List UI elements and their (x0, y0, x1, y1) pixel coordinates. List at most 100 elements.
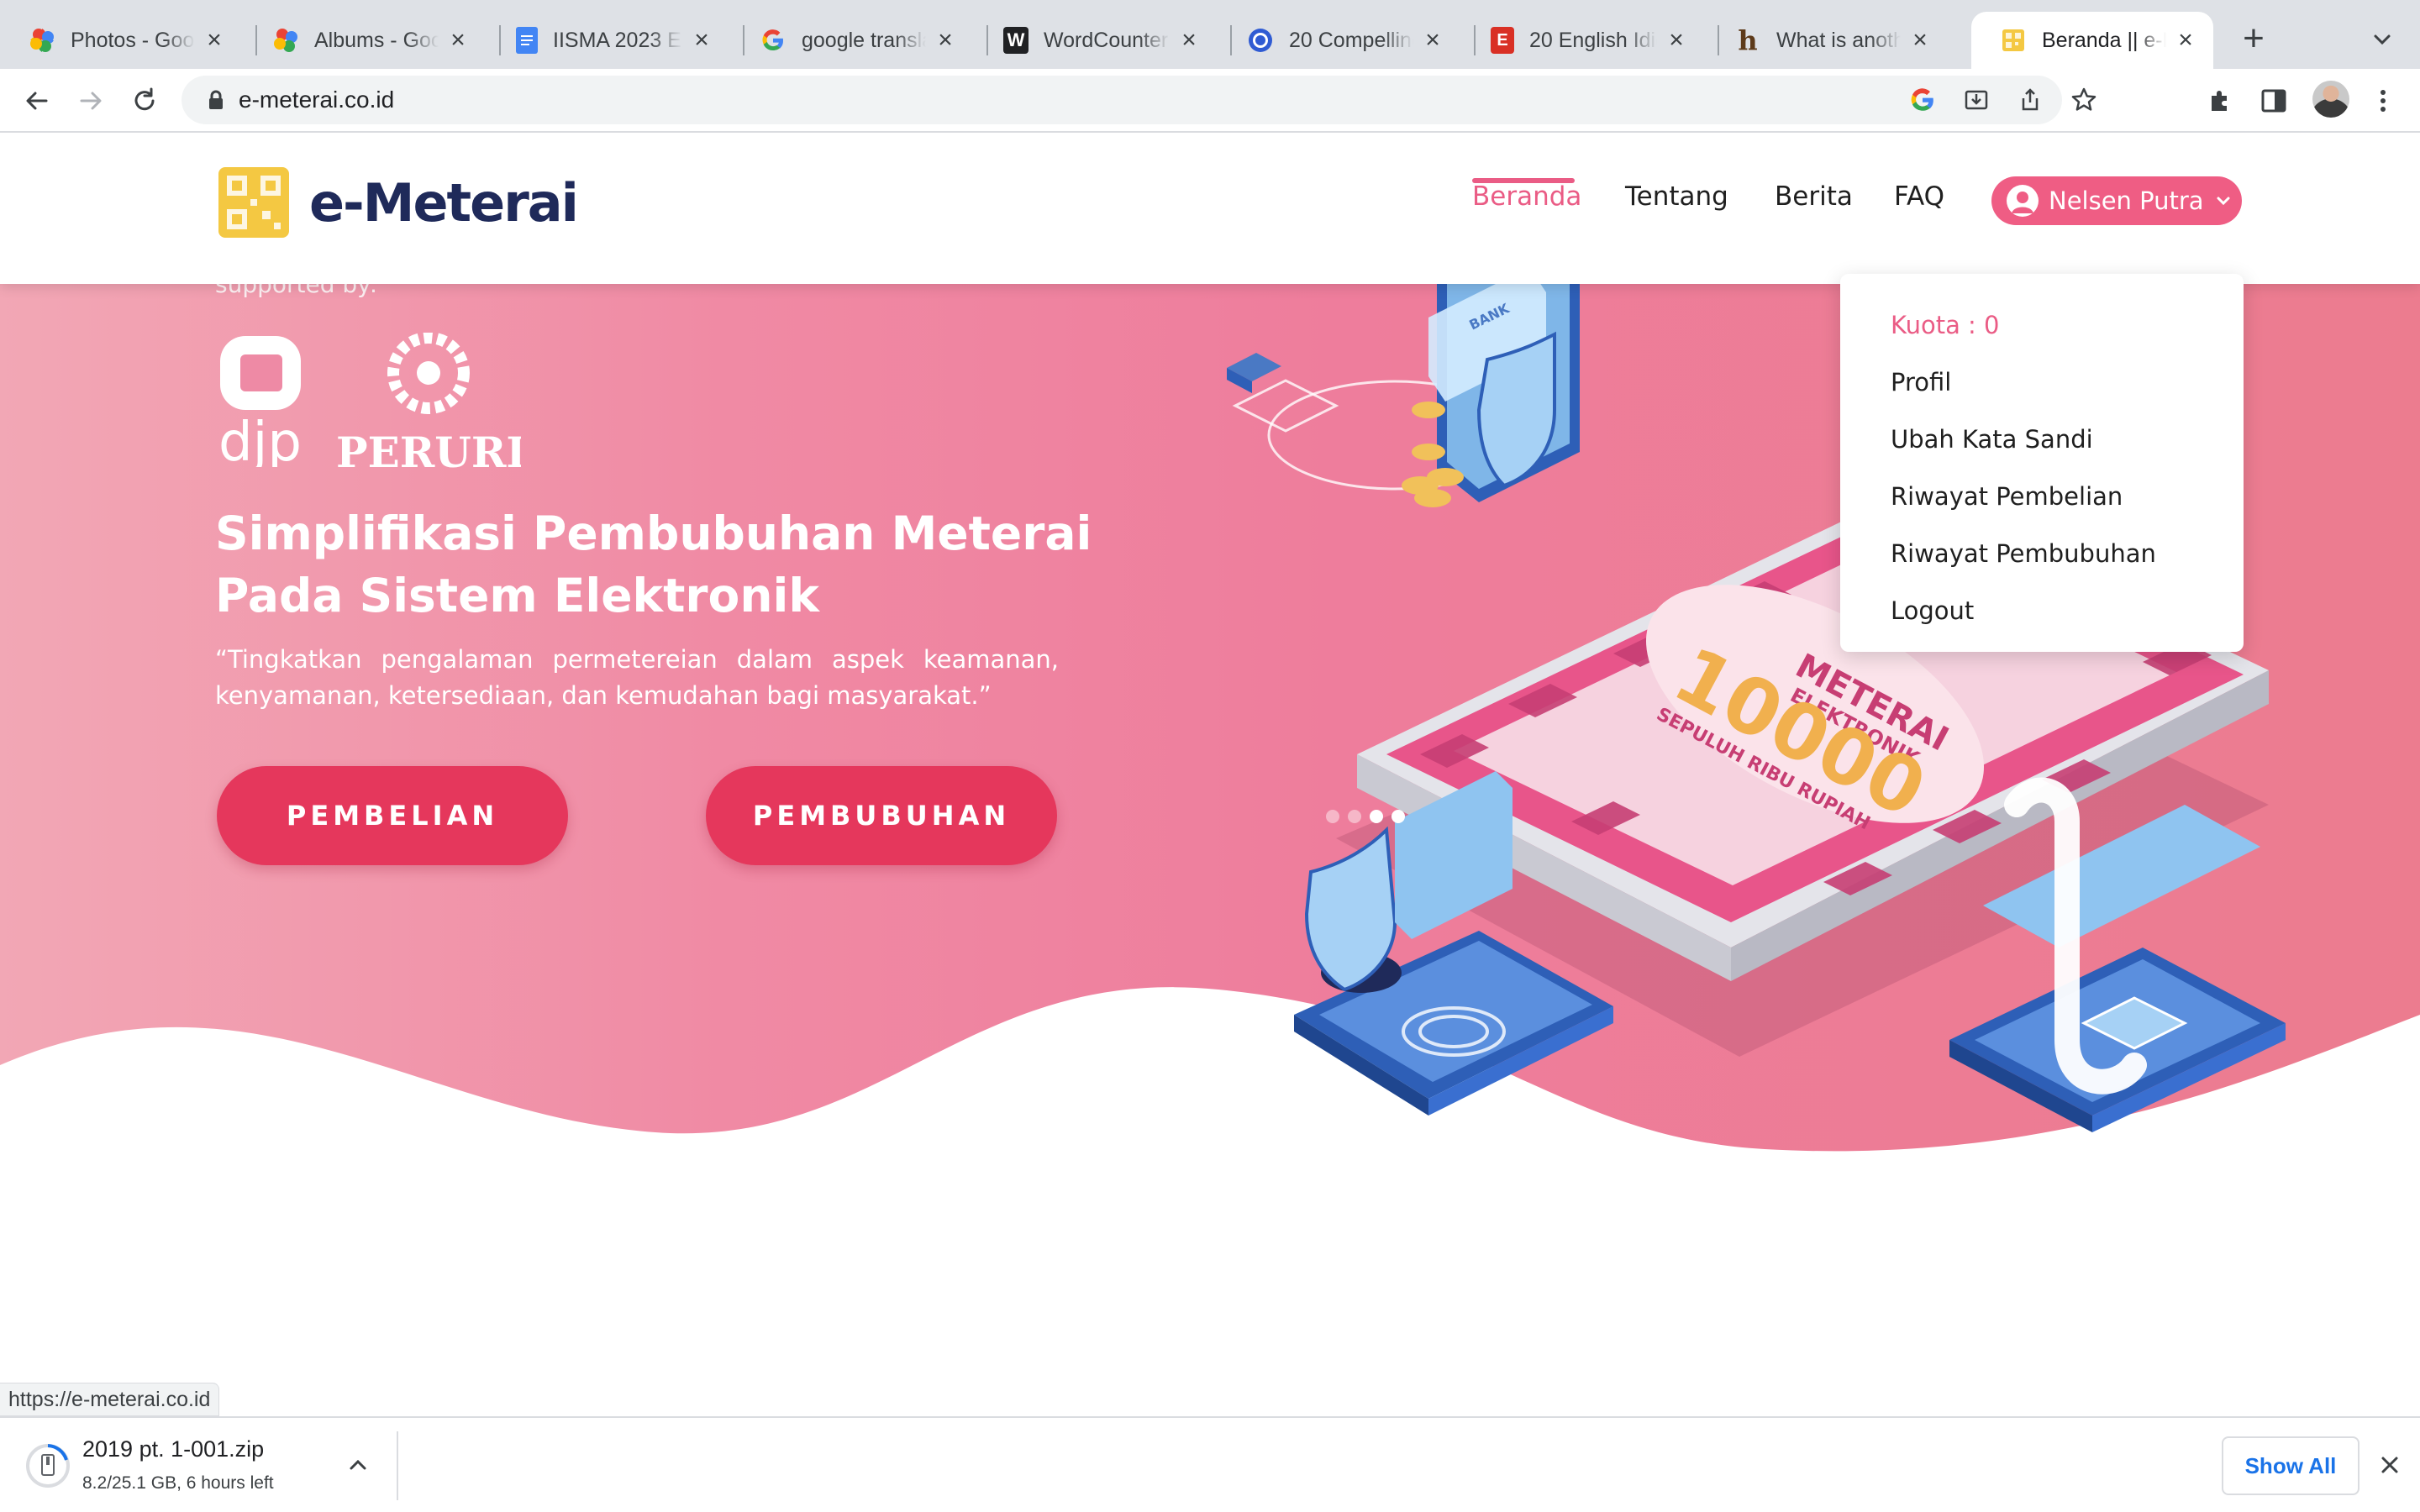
download-file-name[interactable]: 2019 pt. 1-001.zip (82, 1436, 264, 1462)
user-menu-button[interactable]: Nelsen Putra (1991, 176, 2242, 225)
link-status-bubble: https://e-meterai.co.id (0, 1383, 220, 1416)
site-logo-link[interactable]: e-Meterai (215, 163, 579, 242)
address-bar[interactable]: e-meterai.co.id (182, 76, 2096, 124)
browser-tab[interactable]: 20 Compelling × (1218, 12, 1460, 69)
browser-tab[interactable]: E 20 English Idioms × (1462, 12, 1704, 69)
menu-item-logout[interactable]: Logout (1891, 596, 1974, 625)
browser-toolbar: e-meterai.co.id (0, 69, 2420, 133)
quota-label: Kuota : 0 (1891, 311, 2000, 339)
tab-title: What is another word (1776, 28, 1901, 52)
chevron-up-icon[interactable] (346, 1453, 370, 1477)
hero-quote: “Tingkatkan pengalaman permetereian dala… (215, 645, 1059, 710)
show-all-button[interactable]: Show All (2222, 1436, 2360, 1495)
menu-item-profil[interactable]: Profil (1891, 368, 1951, 396)
share-icon[interactable] (2017, 87, 2044, 113)
tab-search-icon[interactable] (2368, 25, 2396, 54)
hero-headline: Simplifikasi Pembubuhan Meterai Pada Sis… (215, 502, 1097, 627)
hero-headline-line-1: Simplifikasi Pembubuhan Meterai (215, 507, 1092, 560)
hero-headline-line-2: Pada Sistem Elektronik (215, 569, 819, 622)
pembubuhan-button[interactable]: PEMBUBUHAN (706, 766, 1057, 865)
side-panel-icon[interactable] (2259, 86, 2289, 116)
close-icon[interactable]: × (1907, 28, 1933, 53)
site-brand-name: e-Meterai (309, 171, 579, 234)
tab-title: IISMA 2023 Essay (553, 28, 682, 52)
page-viewport: METERAI ELEKTRONIK 10000 SEPULUH RIBU RU… (0, 133, 2420, 1416)
download-progress-icon[interactable] (25, 1443, 71, 1488)
carousel-indicators (1326, 810, 1405, 823)
carousel-dot[interactable] (1326, 810, 1339, 823)
browser-tab[interactable]: google translate × (731, 12, 973, 69)
site-h-icon: h (1738, 24, 1758, 56)
download-divider (397, 1431, 398, 1500)
close-icon[interactable]: × (202, 28, 227, 53)
browser-tab[interactable]: W WordCounter × (975, 12, 1217, 69)
pembelian-button[interactable]: PEMBELIAN (217, 766, 568, 865)
close-icon[interactable]: × (1664, 28, 1689, 53)
back-button[interactable] (17, 81, 57, 121)
forward-arrow-icon (80, 92, 102, 110)
extensions-icon[interactable] (2205, 86, 2235, 116)
nav-tentang[interactable]: Tentang (1625, 181, 1728, 212)
close-icon[interactable]: × (445, 28, 471, 53)
back-arrow-icon (26, 92, 48, 110)
close-icon[interactable]: × (933, 28, 958, 53)
address-url: e-meterai.co.id (239, 87, 395, 113)
reload-icon (134, 87, 155, 111)
reload-button[interactable] (124, 81, 165, 121)
nav-berita[interactable]: Berita (1775, 181, 1853, 212)
peruri-text: PERURI (336, 428, 521, 475)
google-docs-icon (516, 27, 538, 54)
wordcounter-icon: W (1003, 27, 1028, 54)
close-icon[interactable]: × (2173, 28, 2198, 53)
profile-avatar[interactable] (2312, 81, 2349, 118)
chevron-down-icon (2217, 197, 2230, 206)
tab-title: WordCounter (1044, 28, 1169, 52)
lock-icon (209, 90, 223, 109)
tab-title: Photos - Google Photos (71, 28, 195, 52)
download-shelf: 2019 pt. 1-001.zip 8.2/25.1 GB, 6 hours … (0, 1416, 2420, 1512)
tab-title: 20 Compelling (1289, 28, 1413, 52)
download-progress-text: 8.2/25.1 GB, 6 hours left (82, 1473, 274, 1493)
carousel-dot[interactable] (1392, 810, 1405, 823)
close-icon[interactable]: × (1420, 28, 1445, 53)
install-app-icon[interactable] (1963, 87, 1990, 113)
browser-tab-active[interactable]: Beranda || e-Meterai × (1971, 12, 2213, 69)
close-icon[interactable]: × (1176, 28, 1202, 53)
browser-tab-strip: Photos - Google Photos × Albums - Google… (0, 0, 2420, 69)
carousel-dot-active[interactable] (1370, 810, 1383, 823)
browser-tab[interactable]: Albums - Google Photos × (244, 12, 486, 69)
browser-tab[interactable]: IISMA 2023 Essay × (487, 12, 729, 69)
tab-title: Albums - Google Photos (314, 28, 439, 52)
forward-button[interactable] (71, 81, 111, 121)
google-lens-icon[interactable] (1909, 87, 1936, 113)
close-icon[interactable]: × (689, 28, 714, 53)
site-header: e-Meterai Beranda Tentang Berita FAQ Nel… (0, 133, 2420, 284)
browser-tab[interactable]: Photos - Google Photos × (0, 12, 242, 69)
google-photos-icon (29, 27, 55, 54)
menu-item-ubah-kata-sandi[interactable]: Ubah Kata Sandi (1891, 425, 2093, 454)
close-icon[interactable] (2378, 1453, 2402, 1477)
site-e-icon: E (1491, 27, 1514, 54)
google-photos-icon (272, 27, 299, 54)
user-avatar-icon (2007, 185, 2039, 217)
user-name: Nelsen Putra (2049, 186, 2204, 215)
e-meterai-logo-icon (218, 167, 289, 238)
djp-text: djp (218, 412, 302, 467)
carousel-dot[interactable] (1348, 810, 1361, 823)
nav-beranda[interactable]: Beranda (1472, 181, 1581, 212)
nav-faq[interactable]: FAQ (1894, 181, 1944, 212)
browser-tab[interactable]: h What is another word × (1706, 12, 1948, 69)
menu-item-riwayat-pembubuhan[interactable]: Riwayat Pembubuhan (1891, 539, 2156, 568)
peruri-logo: PERURI (336, 333, 521, 475)
new-tab-button[interactable]: + (2235, 20, 2272, 59)
emeterai-icon (2000, 27, 2027, 54)
tab-title: 20 English Idioms (1529, 28, 1657, 52)
more-menu-icon[interactable] (2368, 86, 2398, 116)
tab-title: google translate (802, 28, 926, 52)
user-dropdown-menu: Kuota : 0 Profil Ubah Kata Sandi Riwayat… (1840, 274, 2244, 652)
bookmark-star-icon[interactable] (2070, 87, 2097, 113)
menu-item-riwayat-pembelian[interactable]: Riwayat Pembelian (1891, 482, 2123, 511)
djp-logo: djp (218, 336, 302, 467)
site-ring-icon (1247, 27, 1274, 54)
tab-title: Beranda || e-Meterai (2042, 28, 2166, 52)
